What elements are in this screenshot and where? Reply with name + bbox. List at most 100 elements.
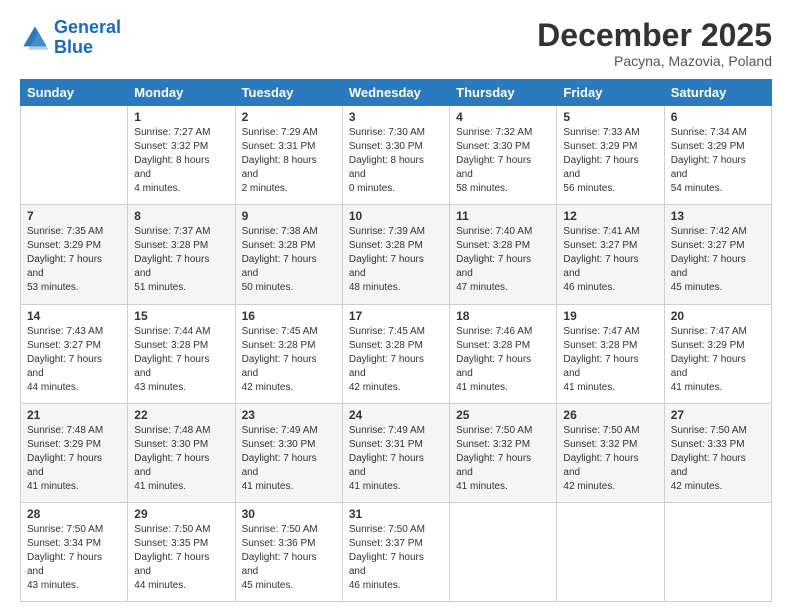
day-number: 6 (671, 110, 765, 124)
calendar-cell: 7Sunrise: 7:35 AMSunset: 3:29 PMDaylight… (21, 205, 128, 304)
column-header-thursday: Thursday (450, 80, 557, 106)
day-info: Sunrise: 7:50 AMSunset: 3:35 PMDaylight:… (134, 523, 228, 593)
day-number: 26 (563, 408, 657, 422)
calendar-cell: 8 Sunrise: 7:37 AMSunset: 3:28 PMDaylight… (128, 205, 235, 304)
location: Pacyna, Mazovia, Poland (537, 53, 772, 69)
day-number: 15 (134, 309, 228, 323)
calendar-cell: 22 Sunrise: 7:48 AMSunset: 3:30 PMDayligh… (128, 403, 235, 502)
day-info: Sunrise: 7:48 AMSunset: 3:30 PMDaylight:… (134, 424, 228, 494)
day-number: 16 (242, 309, 336, 323)
day-info: Sunrise: 7:27 AMSunset: 3:32 PMDaylight:… (134, 126, 228, 196)
calendar-cell (557, 502, 664, 601)
column-header-monday: Monday (128, 80, 235, 106)
calendar-cell: 25 Sunrise: 7:50 AMSunset: 3:32 PMDayligh… (450, 403, 557, 502)
day-info: Sunrise: 7:50 AMSunset: 3:37 PMDaylight:… (349, 523, 443, 593)
calendar-cell: 17 Sunrise: 7:45 AMSunset: 3:28 PMDayligh… (342, 304, 449, 403)
day-number: 27 (671, 408, 765, 422)
calendar-cell: 16 Sunrise: 7:45 AMSunset: 3:28 PMDayligh… (235, 304, 342, 403)
calendar-cell: 19 Sunrise: 7:47 AMSunset: 3:28 PMDayligh… (557, 304, 664, 403)
day-info: Sunrise: 7:40 AMSunset: 3:28 PMDaylight:… (456, 225, 550, 295)
day-info: Sunrise: 7:47 AMSunset: 3:29 PMDaylight:… (671, 325, 765, 395)
calendar-cell: 30 Sunrise: 7:50 AMSunset: 3:36 PMDayligh… (235, 502, 342, 601)
day-info: Sunrise: 7:33 AMSunset: 3:29 PMDaylight:… (563, 126, 657, 196)
header: General Blue December 2025 Pacyna, Mazov… (20, 18, 772, 69)
day-info: Sunrise: 7:41 AMSunset: 3:27 PMDaylight:… (563, 225, 657, 295)
day-info: Sunrise: 7:45 AMSunset: 3:28 PMDaylight:… (242, 325, 336, 395)
day-number: 18 (456, 309, 550, 323)
day-number: 4 (456, 110, 550, 124)
day-info: Sunrise: 7:50 AMSunset: 3:36 PMDaylight:… (242, 523, 336, 593)
day-number: 9 (242, 209, 336, 223)
month-title: December 2025 (537, 18, 772, 53)
calendar-cell: 28 Sunrise: 7:50 AMSunset: 3:34 PMDayligh… (21, 502, 128, 601)
day-number: 30 (242, 507, 336, 521)
day-number: 23 (242, 408, 336, 422)
day-number: 13 (671, 209, 765, 223)
day-info: Sunrise: 7:49 AMSunset: 3:31 PMDaylight:… (349, 424, 443, 494)
column-header-saturday: Saturday (664, 80, 771, 106)
day-number: 1 (134, 110, 228, 124)
day-number: 24 (349, 408, 443, 422)
day-info: Sunrise: 7:42 AMSunset: 3:27 PMDaylight:… (671, 225, 765, 295)
calendar-cell: 18 Sunrise: 7:46 AMSunset: 3:28 PMDayligh… (450, 304, 557, 403)
day-number: 17 (349, 309, 443, 323)
day-info: Sunrise: 7:50 AMSunset: 3:33 PMDaylight:… (671, 424, 765, 494)
day-number: 3 (349, 110, 443, 124)
day-number: 5 (563, 110, 657, 124)
day-info: Sunrise: 7:29 AMSunset: 3:31 PMDaylight:… (242, 126, 336, 196)
calendar-cell: 12 Sunrise: 7:41 AMSunset: 3:27 PMDayligh… (557, 205, 664, 304)
day-number: 20 (671, 309, 765, 323)
day-number: 28 (27, 507, 121, 521)
calendar-week-1: 1 Sunrise: 7:27 AMSunset: 3:32 PMDaylight… (21, 106, 772, 205)
calendar-cell: 6Sunrise: 7:34 AMSunset: 3:29 PMDaylight… (664, 106, 771, 205)
calendar-cell: 21Sunrise: 7:48 AMSunset: 3:29 PMDayligh… (21, 403, 128, 502)
calendar-cell: 3Sunrise: 7:30 AMSunset: 3:30 PMDaylight… (342, 106, 449, 205)
calendar-cell (450, 502, 557, 601)
logo: General Blue (20, 18, 121, 58)
day-info: Sunrise: 7:43 AMSunset: 3:27 PMDaylight:… (27, 325, 121, 395)
day-number: 29 (134, 507, 228, 521)
day-info: Sunrise: 7:37 AMSunset: 3:28 PMDaylight:… (134, 225, 228, 295)
calendar-cell: 31Sunrise: 7:50 AMSunset: 3:37 PMDayligh… (342, 502, 449, 601)
title-block: December 2025 Pacyna, Mazovia, Poland (537, 18, 772, 69)
day-info: Sunrise: 7:45 AMSunset: 3:28 PMDaylight:… (349, 325, 443, 395)
calendar-cell: 20 Sunrise: 7:47 AMSunset: 3:29 PMDayligh… (664, 304, 771, 403)
calendar-cell: 14Sunrise: 7:43 AMSunset: 3:27 PMDayligh… (21, 304, 128, 403)
calendar-cell: 5 Sunrise: 7:33 AMSunset: 3:29 PMDaylight… (557, 106, 664, 205)
column-header-wednesday: Wednesday (342, 80, 449, 106)
day-number: 12 (563, 209, 657, 223)
calendar-cell: 10 Sunrise: 7:39 AMSunset: 3:28 PMDayligh… (342, 205, 449, 304)
day-number: 10 (349, 209, 443, 223)
logo-icon (20, 23, 50, 53)
day-number: 11 (456, 209, 550, 223)
calendar-cell: 1 Sunrise: 7:27 AMSunset: 3:32 PMDaylight… (128, 106, 235, 205)
day-number: 8 (134, 209, 228, 223)
day-info: Sunrise: 7:50 AMSunset: 3:32 PMDaylight:… (563, 424, 657, 494)
day-number: 2 (242, 110, 336, 124)
day-number: 19 (563, 309, 657, 323)
calendar-cell: 27 Sunrise: 7:50 AMSunset: 3:33 PMDayligh… (664, 403, 771, 502)
calendar-week-5: 28 Sunrise: 7:50 AMSunset: 3:34 PMDayligh… (21, 502, 772, 601)
logo-text: General Blue (54, 18, 121, 58)
day-number: 25 (456, 408, 550, 422)
day-info: Sunrise: 7:46 AMSunset: 3:28 PMDaylight:… (456, 325, 550, 395)
calendar-cell: 4Sunrise: 7:32 AMSunset: 3:30 PMDaylight… (450, 106, 557, 205)
calendar-cell: 13 Sunrise: 7:42 AMSunset: 3:27 PMDayligh… (664, 205, 771, 304)
calendar-cell: 29 Sunrise: 7:50 AMSunset: 3:35 PMDayligh… (128, 502, 235, 601)
calendar-cell: 11 Sunrise: 7:40 AMSunset: 3:28 PMDayligh… (450, 205, 557, 304)
calendar-cell: 23 Sunrise: 7:49 AMSunset: 3:30 PMDayligh… (235, 403, 342, 502)
day-info: Sunrise: 7:50 AMSunset: 3:34 PMDaylight:… (27, 523, 121, 593)
day-info: Sunrise: 7:35 AMSunset: 3:29 PMDaylight:… (27, 225, 121, 295)
calendar-cell (664, 502, 771, 601)
calendar-cell: 15Sunrise: 7:44 AMSunset: 3:28 PMDayligh… (128, 304, 235, 403)
column-header-tuesday: Tuesday (235, 80, 342, 106)
day-info: Sunrise: 7:48 AMSunset: 3:29 PMDaylight:… (27, 424, 121, 494)
day-info: Sunrise: 7:50 AMSunset: 3:32 PMDaylight:… (456, 424, 550, 494)
day-info: Sunrise: 7:47 AMSunset: 3:28 PMDaylight:… (563, 325, 657, 395)
calendar-cell: 24 Sunrise: 7:49 AMSunset: 3:31 PMDayligh… (342, 403, 449, 502)
day-info: Sunrise: 7:49 AMSunset: 3:30 PMDaylight:… (242, 424, 336, 494)
day-number: 22 (134, 408, 228, 422)
day-info: Sunrise: 7:38 AMSunset: 3:28 PMDaylight:… (242, 225, 336, 295)
calendar-cell: 26 Sunrise: 7:50 AMSunset: 3:32 PMDayligh… (557, 403, 664, 502)
day-info: Sunrise: 7:39 AMSunset: 3:28 PMDaylight:… (349, 225, 443, 295)
